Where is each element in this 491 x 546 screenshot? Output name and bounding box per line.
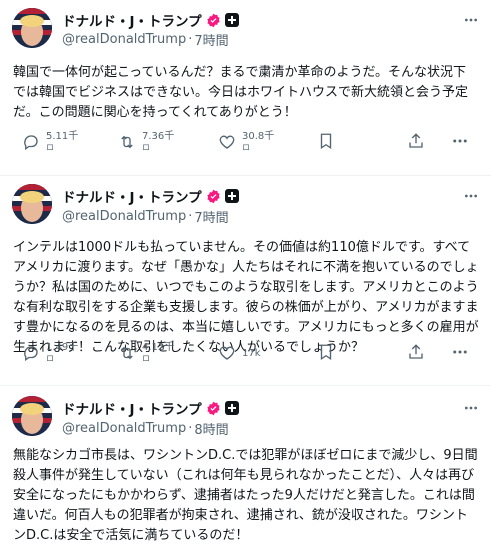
like-count: 30.8千 [242, 131, 275, 142]
post-time[interactable]: 7時間 [194, 30, 228, 49]
author-handle: @realDonaldTrump [62, 420, 187, 436]
repost-count: 7.36千 [142, 131, 175, 142]
verified-badge-icon [207, 189, 220, 203]
avatar[interactable] [12, 8, 52, 48]
repost-button[interactable]: 4.12千ロ [118, 341, 174, 365]
verified-badge-icon [207, 13, 220, 27]
share-icon [409, 344, 423, 359]
post-1[interactable]: ドナルド・J・トランプ @realDonaldTrump · 7時間 韓国で一体… [0, 0, 491, 182]
author-name[interactable]: ドナルド・J・トランプ [62, 10, 202, 30]
post-text: インテルは1000ドルも払っていません。その価値は約110億ドルです。すべてアメ… [13, 240, 479, 355]
post-time[interactable]: 8時間 [194, 419, 228, 438]
post-time[interactable]: 7時間 [194, 207, 228, 226]
verified-badge-icon [207, 401, 220, 415]
post-2[interactable]: ドナルド・J・トランプ @realDonaldTrump · 7時間 インテルは… [0, 176, 491, 386]
author-handle: @realDonaldTrump [62, 31, 187, 47]
more-icon [453, 139, 467, 143]
avatar[interactable] [12, 396, 52, 436]
more-options-icon[interactable] [461, 186, 481, 206]
share-icon [409, 133, 423, 148]
reply-icon [24, 346, 38, 362]
more-actions-button[interactable] [450, 130, 470, 152]
author-name[interactable]: ドナルド・J・トランプ [62, 398, 202, 418]
more-actions-button[interactable] [450, 341, 470, 363]
author-name[interactable]: ドナルド・J・トランプ [62, 186, 202, 206]
more-options-icon[interactable] [461, 398, 481, 418]
author-handle: @realDonaldTrump [62, 208, 187, 224]
like-button[interactable]: 30.8千ロ [218, 130, 274, 154]
reply-count: 5.11千 [46, 131, 79, 142]
post-text: 無能なシカゴ市長は、ワシントンD.C.では犯罪がほぼゼロにまで減少し、9日間殺人… [13, 448, 478, 543]
reply-button[interactable]: 5.11千ロ [22, 130, 78, 154]
share-button[interactable] [406, 341, 426, 363]
reply-icon [24, 135, 38, 151]
more-icon [453, 350, 467, 354]
like-count: 17k [242, 347, 261, 359]
affiliation-badge-icon [224, 189, 239, 203]
like-button[interactable]: 17k [218, 341, 261, 365]
bookmark-button[interactable] [316, 341, 336, 363]
repost-button[interactable]: 7.36千ロ [118, 130, 174, 154]
avatar[interactable] [12, 184, 52, 224]
bookmark-button[interactable] [316, 130, 336, 152]
post-3[interactable]: ドナルド・J・トランプ @realDonaldTrump · 8時間 無能なシカ… [0, 386, 491, 543]
more-options-icon[interactable] [461, 10, 481, 30]
heart-icon [219, 135, 235, 149]
reply-button[interactable]: 1.49千ロ [22, 341, 78, 365]
affiliation-badge-icon [224, 13, 239, 27]
heart-icon [219, 346, 235, 360]
repost-icon [121, 346, 133, 360]
bookmark-icon [320, 344, 332, 361]
affiliation-badge-icon [224, 401, 239, 415]
repost-count: 4.12千 [142, 342, 175, 353]
reply-count: 1.49千 [46, 342, 79, 353]
post-text: 韓国で一体何が起こっているんだ？まるで粛清か革命のようだ。そんな状況下では韓国で… [13, 65, 469, 120]
repost-icon [121, 135, 133, 149]
share-button[interactable] [406, 130, 426, 152]
bookmark-icon [320, 133, 332, 150]
